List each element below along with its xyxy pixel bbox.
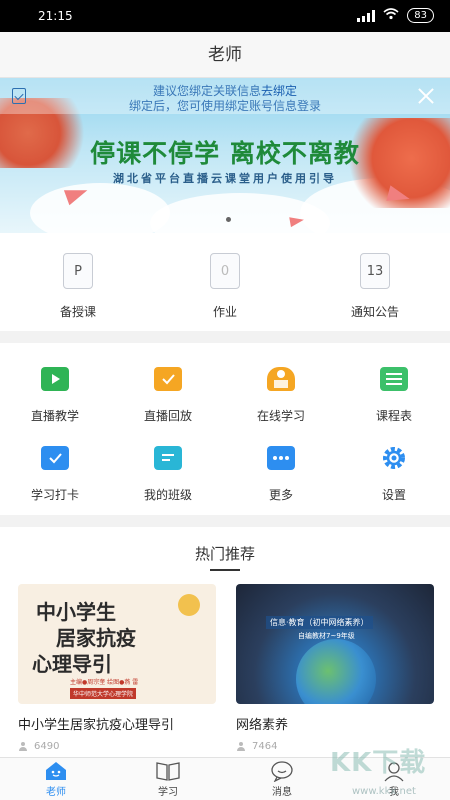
quick-action-lesson-prep[interactable]: P 备授课 bbox=[28, 253, 128, 320]
feature-label: 直播教学 bbox=[30, 409, 79, 423]
banner-headline: 停课不停学 离校不离教 bbox=[90, 139, 360, 168]
section-title-underline bbox=[210, 569, 240, 571]
notice-icon: 13 bbox=[360, 253, 390, 289]
tab-label: 学习 bbox=[158, 787, 178, 798]
tab-label: 老师 bbox=[46, 787, 66, 798]
thumb-logo: 华中师范大学心理学院 bbox=[70, 688, 137, 699]
card-title: 网络素养 bbox=[236, 718, 289, 733]
tab-teacher[interactable]: 老师 bbox=[16, 760, 96, 798]
thumb-text: 中小学生 bbox=[36, 600, 116, 624]
promo-banner[interactable]: 建议您绑定关联信息去绑定 绑定后，您可使用绑定账号信息登录 停课不停学 离校不离… bbox=[0, 78, 450, 233]
quick-action-label: 作业 bbox=[212, 305, 237, 319]
lightbulb-icon bbox=[178, 594, 200, 616]
feature-label: 在线学习 bbox=[256, 409, 305, 423]
thumb-text: 自编教材7~9年级 bbox=[298, 632, 355, 640]
view-count: 6490 bbox=[34, 741, 60, 752]
section-title: 热门推荐 bbox=[194, 545, 255, 563]
page-title-bar: 老师 bbox=[0, 32, 450, 78]
feature-label: 我的班级 bbox=[143, 488, 192, 502]
book-icon bbox=[155, 760, 181, 782]
message-icon bbox=[269, 760, 295, 783]
feature-settings[interactable]: 设置 bbox=[339, 446, 449, 503]
live-teaching-icon bbox=[41, 367, 69, 391]
signal-icon bbox=[357, 9, 376, 22]
card-thumbnail: 信息·教育（初中网络素养） 自编教材7~9年级 bbox=[236, 584, 434, 704]
online-learning-icon bbox=[267, 367, 295, 391]
quick-action-label: 备授课 bbox=[59, 305, 96, 319]
homework-icon: 0 bbox=[210, 253, 240, 289]
my-class-icon bbox=[154, 446, 182, 470]
card-thumbnail: 中小学生 居家抗疫 心理导引 主编●周宗奎 绘图●燕 雷 华中师范大学心理学院 bbox=[18, 584, 216, 704]
banner-subline: 湖北省平台直播云课堂用户使用引导 bbox=[113, 172, 337, 185]
quick-actions: P 备授课 0 作业 13 通知公告 bbox=[0, 233, 450, 331]
hot-recommendations: 热门推荐 中小学生 居家抗疫 心理导引 主编●周宗奎 绘图●燕 雷 华中师范大学… bbox=[0, 527, 450, 757]
thumb-text: 信息·教育（初中网络素养） bbox=[266, 616, 373, 629]
status-bar: 21:15 83 bbox=[0, 0, 450, 32]
thumb-text: 心理导引 bbox=[32, 652, 112, 676]
feature-label: 直播回放 bbox=[143, 409, 192, 423]
wifi-icon bbox=[383, 8, 399, 23]
battery-indicator: 83 bbox=[407, 8, 434, 23]
checkin-icon bbox=[41, 446, 69, 470]
cloud-shape bbox=[30, 183, 170, 233]
feature-live-teaching[interactable]: 直播教学 bbox=[0, 367, 110, 424]
feature-grid: 直播教学 直播回放 在线学习 课程表 学习打卡 我的班级 更多 设置 bbox=[0, 343, 450, 515]
feature-timetable[interactable]: 课程表 bbox=[339, 367, 449, 424]
thumb-text: 居家抗疫 bbox=[56, 626, 136, 650]
quick-action-notice[interactable]: 13 通知公告 bbox=[325, 253, 425, 320]
timetable-icon bbox=[380, 367, 408, 391]
person-icon bbox=[236, 741, 246, 752]
page-title: 老师 bbox=[208, 45, 242, 65]
card-views: 6490 bbox=[18, 741, 216, 752]
feature-my-class[interactable]: 我的班级 bbox=[113, 446, 223, 503]
settings-icon bbox=[380, 446, 408, 470]
feature-live-playback[interactable]: 直播回放 bbox=[113, 367, 223, 424]
view-count: 7464 bbox=[252, 741, 278, 752]
feature-label: 更多 bbox=[268, 488, 293, 502]
close-icon[interactable] bbox=[416, 86, 436, 106]
quick-action-label: 通知公告 bbox=[350, 305, 399, 319]
bind-account-tip[interactable]: 建议您绑定关联信息去绑定 绑定后，您可使用绑定账号信息登录 bbox=[0, 78, 450, 114]
carousel-indicator[interactable] bbox=[226, 217, 231, 222]
card-title: 中小学生居家抗疫心理导引 bbox=[18, 718, 175, 733]
live-playback-icon bbox=[154, 367, 182, 391]
home-icon bbox=[43, 760, 69, 782]
bind-tip-text: 建议您绑定关联信息 bbox=[152, 84, 261, 98]
recommend-card[interactable]: 中小学生 居家抗疫 心理导引 主编●周宗奎 绘图●燕 雷 华中师范大学心理学院 … bbox=[18, 584, 216, 752]
lesson-prep-icon: P bbox=[63, 253, 93, 289]
feature-label: 学习打卡 bbox=[30, 488, 79, 502]
watermark-logo: KK下载 bbox=[330, 748, 427, 778]
bind-tip-line2: 绑定后，您可使用绑定账号信息登录 bbox=[128, 99, 321, 113]
watermark-url: www.kkx.net bbox=[352, 786, 416, 797]
feature-label: 课程表 bbox=[375, 409, 412, 423]
globe-graphic bbox=[296, 639, 376, 704]
recommend-card[interactable]: 信息·教育（初中网络素养） 自编教材7~9年级 网络素养 7464 bbox=[236, 584, 434, 752]
tab-study[interactable]: 学习 bbox=[128, 760, 208, 798]
feature-checkin[interactable]: 学习打卡 bbox=[0, 446, 110, 503]
feature-online-learning[interactable]: 在线学习 bbox=[226, 367, 336, 424]
tab-label: 消息 bbox=[272, 787, 292, 798]
tab-messages[interactable]: 消息 bbox=[242, 760, 322, 798]
person-icon bbox=[18, 741, 28, 752]
status-time: 21:15 bbox=[38, 9, 73, 23]
more-icon bbox=[267, 446, 295, 470]
feature-more[interactable]: 更多 bbox=[226, 446, 336, 503]
feature-label: 设置 bbox=[381, 488, 406, 502]
bind-now-link[interactable]: 去绑定 bbox=[261, 84, 297, 98]
thumb-caption: 主编●周宗奎 绘图●燕 雷 bbox=[70, 679, 139, 686]
quick-action-homework[interactable]: 0 作业 bbox=[175, 253, 275, 320]
status-icons: 83 bbox=[357, 8, 434, 23]
